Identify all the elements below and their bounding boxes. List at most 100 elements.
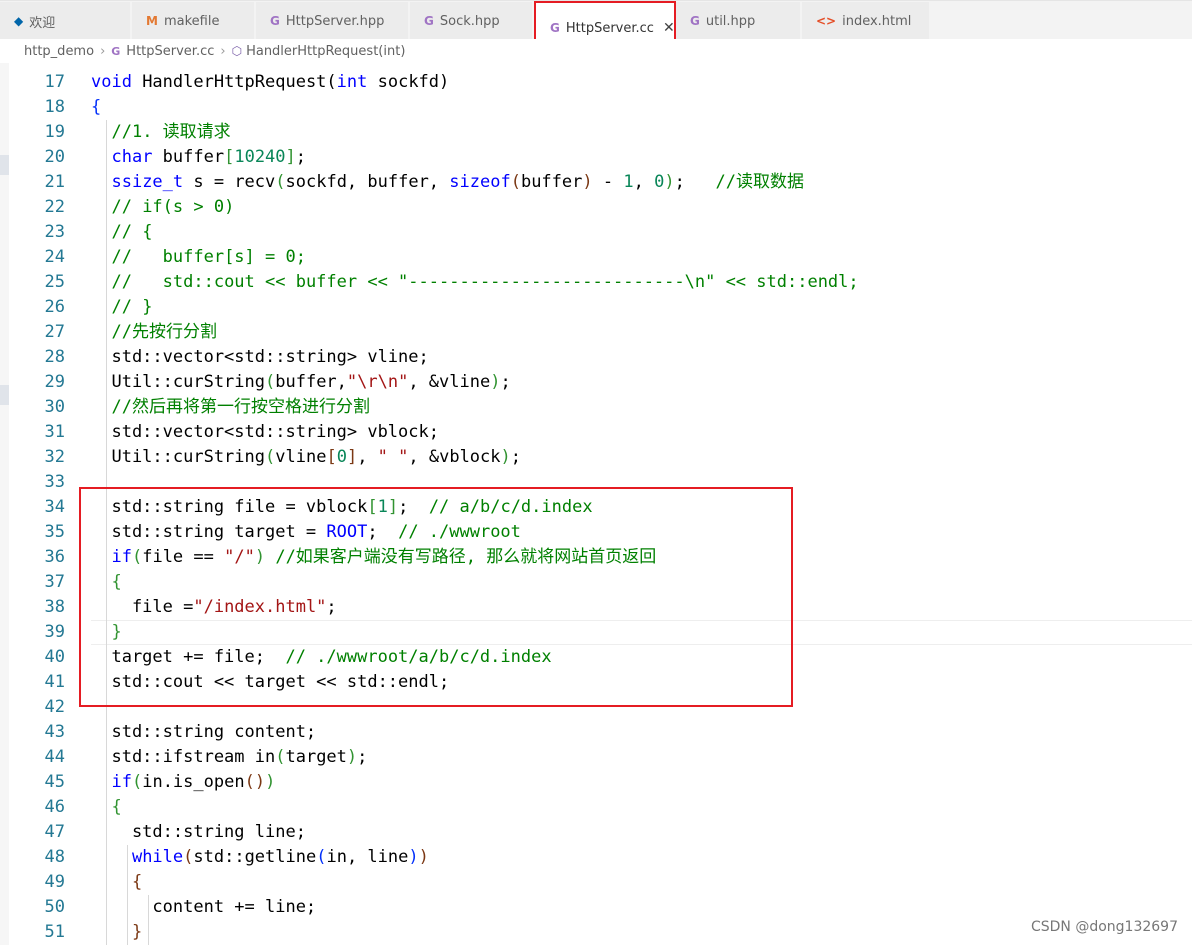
code-line[interactable]: 24 // buffer[s] = 0; xyxy=(9,245,1192,270)
breadcrumb-folder[interactable]: http_demo xyxy=(24,44,94,59)
code-line[interactable]: 51 } xyxy=(9,920,1192,945)
breadcrumb-symbol[interactable]: HandlerHttpRequest(int) xyxy=(246,44,405,59)
code-token: } xyxy=(131,922,143,942)
code-token: // std::cout << buffer << "-------------… xyxy=(111,272,859,292)
line-number: 33 xyxy=(44,472,65,492)
code-line[interactable]: 50 content += line; xyxy=(9,895,1192,920)
code-token: , &vline xyxy=(408,372,491,392)
code-token: ) xyxy=(265,772,276,792)
close-icon[interactable]: ✕ xyxy=(663,20,675,36)
code-line[interactable]: 47 std::string line; xyxy=(9,820,1192,845)
code-line[interactable]: 27 //先按行分割 xyxy=(9,320,1192,345)
code-line[interactable]: 43 std::string content; xyxy=(9,720,1192,745)
tab-label: util.hpp xyxy=(705,13,756,29)
code-text: // if(s > 0) xyxy=(91,195,234,220)
cpp-file-icon: G xyxy=(690,14,700,28)
code-text: std::vector<std::string> vline; xyxy=(91,345,428,370)
code-text: if(in.is_open()) xyxy=(91,770,275,795)
code-token: ; xyxy=(674,172,716,192)
code-line[interactable]: 44 std::ifstream in(target); xyxy=(9,745,1192,770)
line-number: 36 xyxy=(44,547,65,567)
tab-makefile[interactable]: Mmakefile xyxy=(132,2,255,40)
code-token: // } xyxy=(111,297,153,317)
code-line[interactable]: 19 //1. 读取请求 xyxy=(9,120,1192,145)
editor-tab-bar: ◆ 欢迎 Mmakefile G HttpServer.hpp G Sock.hpp G Htt… xyxy=(0,0,1192,55)
code-line[interactable]: 22 // if(s > 0) xyxy=(9,195,1192,220)
code-line[interactable]: 18 { xyxy=(9,95,1192,120)
code-line[interactable]: 21 ssize_t s = recv(sockfd, buffer, size… xyxy=(9,170,1192,195)
code-token: HandlerHttpRequest( xyxy=(131,72,337,92)
code-line[interactable]: 32 Util::curString(vline[0], " ", &vbloc… xyxy=(9,445,1192,470)
tab-util-hpp[interactable]: Gutil.hpp xyxy=(676,2,801,40)
code-line[interactable]: 46 { xyxy=(9,795,1192,820)
breadcrumb-file[interactable]: HttpServer.cc xyxy=(126,44,214,59)
tab-welcome[interactable]: ◆ 欢迎 xyxy=(0,2,131,40)
code-token: ] xyxy=(346,447,358,467)
code-line[interactable]: 30 //然后再将第一行按空格进行分割 xyxy=(9,395,1192,420)
tab-httpserver-hpp[interactable]: G HttpServer.hpp xyxy=(256,2,409,40)
code-token: buffer xyxy=(152,147,225,167)
code-token: ( xyxy=(510,172,521,192)
code-line[interactable]: 45 if(in.is_open()) xyxy=(9,770,1192,795)
tab-index-html[interactable]: <> index.html xyxy=(802,2,930,40)
code-line[interactable]: 26 // } xyxy=(9,295,1192,320)
line-number: 18 xyxy=(44,97,65,117)
line-number: 20 xyxy=(44,147,65,167)
code-token: void xyxy=(91,72,132,92)
code-line[interactable]: 23 // { xyxy=(9,220,1192,245)
line-number: 43 xyxy=(44,722,65,742)
line-number: 26 xyxy=(44,297,65,317)
line-number: 32 xyxy=(44,447,65,467)
breadcrumb: http_demo › G HttpServer.cc › ⬡ HandlerH… xyxy=(0,39,1192,63)
code-token: sockfd, buffer, xyxy=(285,172,450,192)
chevron-right-icon: › xyxy=(100,43,106,59)
code-token: ( xyxy=(265,372,276,392)
cpp-file-icon: G xyxy=(270,14,280,28)
code-line[interactable]: 25 // std::cout << buffer << "----------… xyxy=(9,270,1192,295)
line-number: 37 xyxy=(44,572,65,592)
code-text: } xyxy=(91,920,142,945)
code-token: sockfd) xyxy=(367,72,450,92)
tab-label: HttpServer.hpp xyxy=(285,13,385,29)
code-token: //1. 读取请求 xyxy=(111,122,231,142)
line-number: 41 xyxy=(44,672,65,692)
code-token: ) xyxy=(418,847,429,867)
code-token: { xyxy=(91,97,102,117)
tab-label: makefile xyxy=(163,13,220,29)
tab-sock-hpp[interactable]: G Sock.hpp xyxy=(410,2,533,40)
code-text: std::vector<std::string> vblock; xyxy=(91,420,439,445)
code-text: std::ifstream in(target); xyxy=(91,745,367,770)
code-line[interactable]: 17 void HandlerHttpRequest(int sockfd) xyxy=(9,70,1192,95)
code-line[interactable]: 28 std::vector<std::string> vline; xyxy=(9,345,1192,370)
code-line[interactable]: 49 { xyxy=(9,870,1192,895)
code-token: - xyxy=(592,172,624,192)
code-token: std::getline xyxy=(193,847,317,867)
code-text: { xyxy=(91,795,122,820)
code-token: { xyxy=(111,797,122,817)
line-number: 27 xyxy=(44,322,65,342)
code-token: [ xyxy=(224,147,235,167)
code-token: vline xyxy=(275,447,327,467)
code-token: ) xyxy=(500,447,511,467)
code-text: //然后再将第一行按空格进行分割 xyxy=(91,395,369,420)
line-number: 38 xyxy=(44,597,65,617)
code-line[interactable]: 31 std::vector<std::string> vblock; xyxy=(9,420,1192,445)
code-line[interactable]: 20 char buffer[10240]; xyxy=(9,145,1192,170)
code-line[interactable]: 48 while(std::getline(in, line)) xyxy=(9,845,1192,870)
code-token: std::vector<std::string> vblock; xyxy=(91,422,439,442)
line-number: 35 xyxy=(44,522,65,542)
code-token: ] xyxy=(285,147,296,167)
code-token: ( xyxy=(275,747,286,767)
line-number: 47 xyxy=(44,822,65,842)
code-token: s = recv xyxy=(183,172,276,192)
code-text: // buffer[s] = 0; xyxy=(91,245,306,270)
code-line[interactable]: 29 Util::curString(buffer,"\r\n", &vline… xyxy=(9,370,1192,395)
code-token: , xyxy=(357,447,378,467)
code-token: // buffer[s] = 0; xyxy=(111,247,306,267)
code-text: // { xyxy=(91,220,152,245)
